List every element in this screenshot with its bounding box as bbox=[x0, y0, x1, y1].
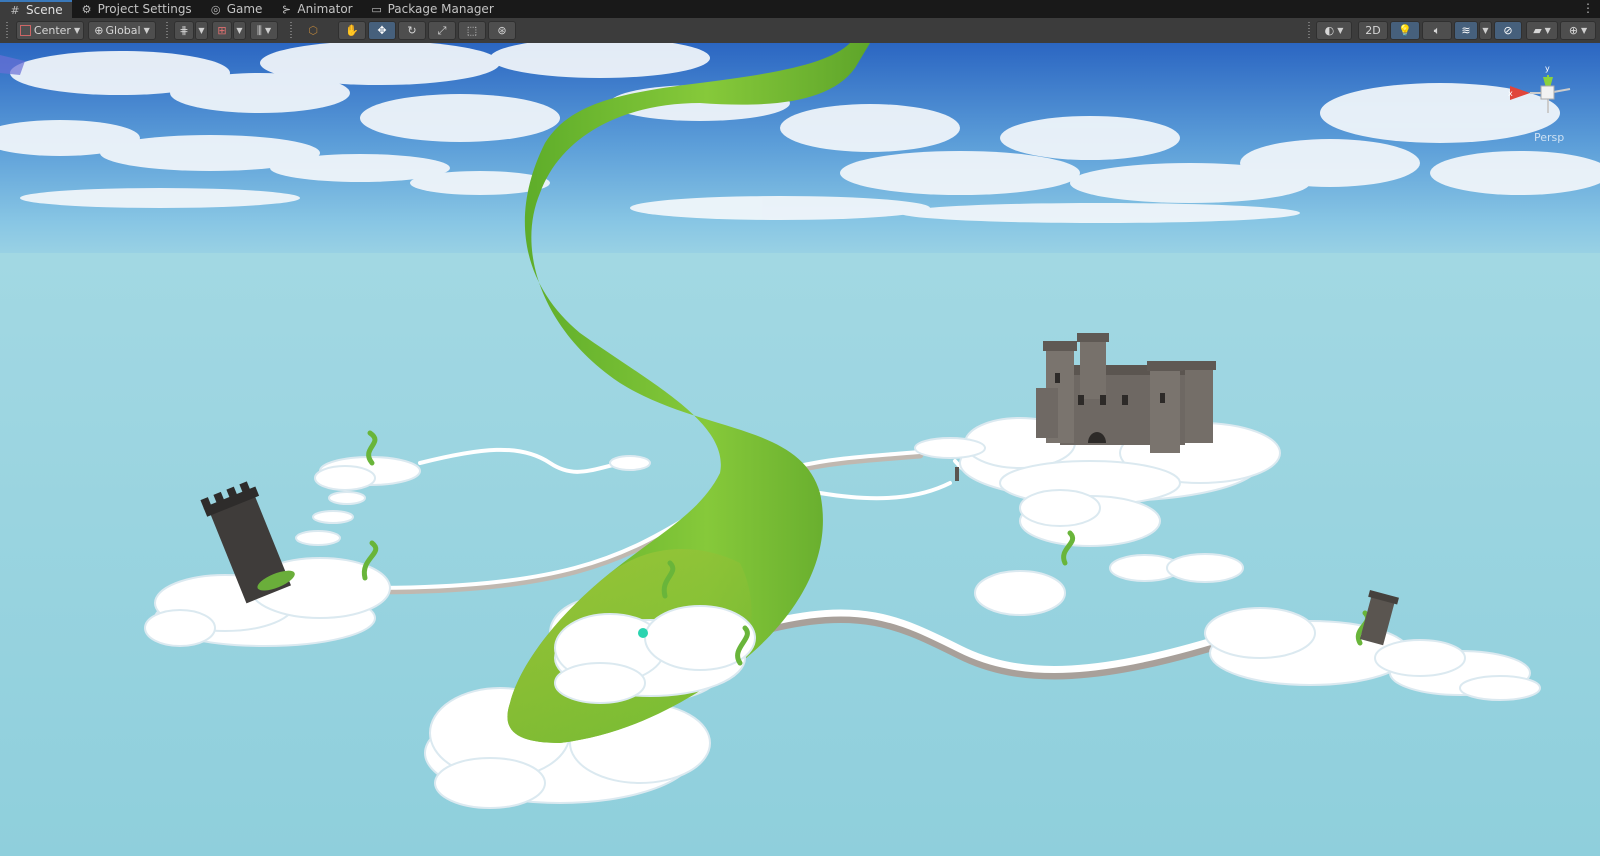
package-icon: ▭ bbox=[371, 2, 382, 16]
toolbar-grip[interactable] bbox=[166, 22, 168, 39]
gear-icon: ⚙ bbox=[81, 2, 92, 16]
gizmos-dropdown[interactable]: ⊕ ▼ bbox=[1560, 21, 1596, 40]
small-figure bbox=[955, 467, 959, 481]
snap-increment-dropdown[interactable]: ▼ bbox=[233, 21, 246, 40]
chevron-down-icon: ▼ bbox=[73, 26, 81, 35]
globe-icon: ⊕ bbox=[94, 24, 104, 37]
move-tool-button[interactable]: ✥ bbox=[368, 21, 396, 40]
pivot-space-dropdown[interactable]: ⊕ Global ▼ bbox=[88, 21, 156, 40]
chevron-down-icon: ▼ bbox=[1581, 26, 1588, 35]
projection-label[interactable]: Persp bbox=[1534, 131, 1564, 144]
view-tool-button[interactable]: ✋ bbox=[338, 21, 366, 40]
tab-project-settings[interactable]: ⚙ Project Settings bbox=[72, 0, 201, 18]
lightbulb-icon: 💡 bbox=[1398, 24, 1412, 37]
grid-icon: # bbox=[10, 3, 20, 17]
tab-package-manager[interactable]: ▭ Package Manager bbox=[362, 0, 503, 18]
toolbar-grip[interactable] bbox=[1308, 22, 1310, 39]
pivot-center-icon bbox=[19, 25, 31, 36]
hand-icon: ✋ bbox=[345, 24, 359, 37]
transform-tool-button[interactable]: ⊛ bbox=[488, 21, 516, 40]
gamepad-icon: ◎ bbox=[210, 2, 221, 16]
toggle-2d-label: 2D bbox=[1365, 24, 1381, 37]
scale-tool-button[interactable]: ⤢ bbox=[428, 21, 456, 40]
pivot-space-label: Global bbox=[105, 24, 141, 37]
toggle-2d-button[interactable]: 2D bbox=[1358, 21, 1388, 40]
scale-icon: ⤢ bbox=[437, 23, 447, 37]
scene-visibility-toggle[interactable]: ⊘ bbox=[1494, 21, 1522, 40]
gizmo-globe-icon: ⊕ bbox=[1568, 24, 1579, 37]
tab-animator-label: Animator bbox=[297, 2, 353, 16]
rotate-tool-button[interactable]: ↻ bbox=[398, 21, 426, 40]
camera-icon: ▰ bbox=[1533, 24, 1542, 37]
shading-sphere-icon: ◐ bbox=[1324, 24, 1335, 37]
tab-game[interactable]: ◎ Game bbox=[201, 0, 272, 18]
snap-icon: ⊞ bbox=[217, 24, 227, 37]
gizmo-x-label: x bbox=[1508, 89, 1513, 98]
snap-increment-button[interactable]: ⊞ bbox=[212, 21, 232, 40]
chevron-down-icon: ▼ bbox=[236, 26, 243, 35]
player-marker[interactable] bbox=[638, 628, 648, 638]
grid-snap-icon: ⋕ bbox=[179, 24, 189, 37]
gizmo-y-label: y bbox=[1545, 64, 1550, 73]
scene-viewport[interactable]: x y Persp bbox=[0, 43, 1600, 856]
pivot-mode-dropdown[interactable]: Center ▼ bbox=[16, 21, 84, 40]
draw-mode-dropdown[interactable]: ◐ ▼ bbox=[1316, 21, 1352, 40]
eye-slash-icon: ⊘ bbox=[1503, 24, 1513, 37]
chevron-down-icon: ▼ bbox=[264, 26, 272, 35]
toolbar-grip[interactable] bbox=[6, 22, 8, 39]
tab-game-label: Game bbox=[226, 2, 263, 16]
tab-scene-label: Scene bbox=[26, 3, 63, 17]
rect-tool-button[interactable]: ⬚ bbox=[458, 21, 486, 40]
audio-toggle[interactable]: 🔈︎ bbox=[1422, 21, 1452, 40]
toolbar-grip[interactable] bbox=[290, 22, 292, 39]
rotate-icon: ↻ bbox=[407, 24, 417, 37]
chevron-down-icon: ▼ bbox=[1544, 26, 1551, 35]
tab-project-settings-label: Project Settings bbox=[97, 2, 192, 16]
tab-animator[interactable]: ⊱ Animator bbox=[271, 0, 361, 18]
scene-toolbar: Center ▼ ⊕ Global ▼ ⋕ ▼ ⊞ ▼ ⫼ ▼ ⬡ ✋ ✥ ↻ ⤢… bbox=[0, 18, 1600, 44]
rect-icon: ⬚ bbox=[466, 24, 478, 37]
effects-dropdown[interactable]: ▼ bbox=[1479, 21, 1492, 40]
lighting-toggle[interactable]: 💡 bbox=[1390, 21, 1420, 40]
chevron-down-icon: ▼ bbox=[1337, 26, 1344, 35]
camera-settings-dropdown[interactable]: ▰ ▼ bbox=[1526, 21, 1558, 40]
animator-icon: ⊱ bbox=[281, 2, 292, 16]
cube-icon: ⬡ bbox=[300, 21, 326, 40]
grid-visibility-button[interactable]: ⋕ bbox=[174, 21, 194, 40]
move-arrows-icon: ✥ bbox=[377, 24, 387, 37]
grid-visibility-dropdown[interactable]: ▼ bbox=[195, 21, 208, 40]
chevron-down-icon: ▼ bbox=[198, 26, 205, 35]
chevron-down-icon: ▼ bbox=[143, 26, 150, 35]
tab-package-manager-label: Package Manager bbox=[387, 2, 494, 16]
tab-scene[interactable]: # Scene bbox=[0, 0, 72, 18]
pivot-mode-label: Center bbox=[33, 24, 71, 37]
align-tools-dropdown[interactable]: ⫼ ▼ bbox=[250, 21, 278, 40]
speaker-icon: 🔈︎ bbox=[1433, 23, 1441, 37]
transform-icon: ⊛ bbox=[497, 24, 507, 37]
gizmo-center-cube[interactable] bbox=[1540, 85, 1555, 100]
layers-icon: ≋ bbox=[1461, 24, 1471, 37]
editor-tab-bar: # Scene ⚙ Project Settings ◎ Game ⊱ Anim… bbox=[0, 0, 1600, 18]
effects-toggle[interactable]: ≋ bbox=[1454, 21, 1478, 40]
chevron-down-icon: ▼ bbox=[1482, 26, 1489, 35]
tab-menu-kebab-icon[interactable]: ⋮ bbox=[1582, 1, 1594, 15]
align-icon: ⫼ bbox=[256, 23, 262, 37]
